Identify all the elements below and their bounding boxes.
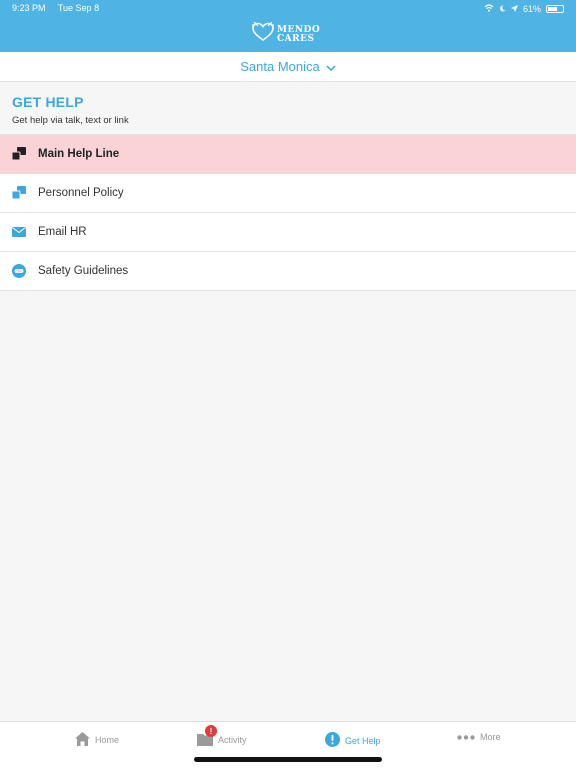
- location-name: Santa Monica: [240, 59, 320, 74]
- help-item-email-hr[interactable]: Email HR: [0, 213, 576, 252]
- home-indicator: [194, 757, 382, 762]
- envelope-icon: [11, 224, 27, 240]
- battery-icon: [546, 5, 564, 13]
- section-title: GET HELP: [12, 94, 84, 110]
- folder-icon: !: [197, 725, 217, 748]
- status-date: Tue Sep 8: [57, 3, 100, 13]
- activity-badge: !: [205, 725, 217, 737]
- help-item-personnel-policy[interactable]: Personnel Policy: [0, 174, 576, 213]
- tab-more[interactable]: More: [457, 732, 501, 742]
- location-selector[interactable]: Santa Monica: [0, 52, 576, 82]
- tab-label: Home: [95, 735, 120, 745]
- wifi-icon: [484, 4, 494, 14]
- app-logo: MENDO CARES: [252, 21, 320, 47]
- heart-logo-icon: [252, 21, 274, 47]
- tab-label: More: [480, 732, 501, 742]
- help-item-label: Main Help Line: [38, 148, 120, 160]
- help-item-safety-guidelines[interactable]: Safety Guidelines: [0, 252, 576, 291]
- chat-bubbles-icon: [11, 185, 27, 201]
- logo-text-bottom: CARES: [277, 33, 315, 44]
- help-item-label: Email HR: [38, 226, 87, 238]
- house-icon: [75, 732, 90, 748]
- section-header: GET HELP Get help via talk, text or link: [0, 83, 576, 135]
- ellipsis-icon: [457, 732, 475, 742]
- status-time: 9:23 PM: [12, 3, 46, 13]
- section-subtitle: Get help via talk, text or link: [12, 115, 129, 126]
- chat-bubbles-icon: [11, 146, 27, 162]
- help-item-label: Safety Guidelines: [38, 265, 129, 277]
- tab-activity[interactable]: ! Activity: [197, 725, 247, 748]
- help-item-label: Personnel Policy: [38, 187, 124, 199]
- moon-icon: [499, 4, 506, 14]
- tab-get-help[interactable]: Get Help: [325, 732, 381, 749]
- exclamation-icon: [325, 732, 340, 749]
- tab-label: Get Help: [345, 735, 381, 746]
- tab-label: Activity: [218, 735, 247, 745]
- help-item-main-help-line[interactable]: Main Help Line: [0, 135, 576, 174]
- location-arrow-icon: [510, 4, 518, 14]
- app-header: 9:23 PM Tue Sep 8 61% MENDO CARES: [0, 0, 576, 52]
- help-list: Main Help Line Personnel Policy Email HR…: [0, 135, 576, 291]
- link-icon: [11, 263, 27, 279]
- tab-home[interactable]: Home: [75, 732, 119, 748]
- status-bar: 9:23 PM Tue Sep 8 61%: [12, 3, 564, 15]
- battery-percentage: 61%: [522, 4, 541, 14]
- chevron-down-icon: [326, 59, 336, 74]
